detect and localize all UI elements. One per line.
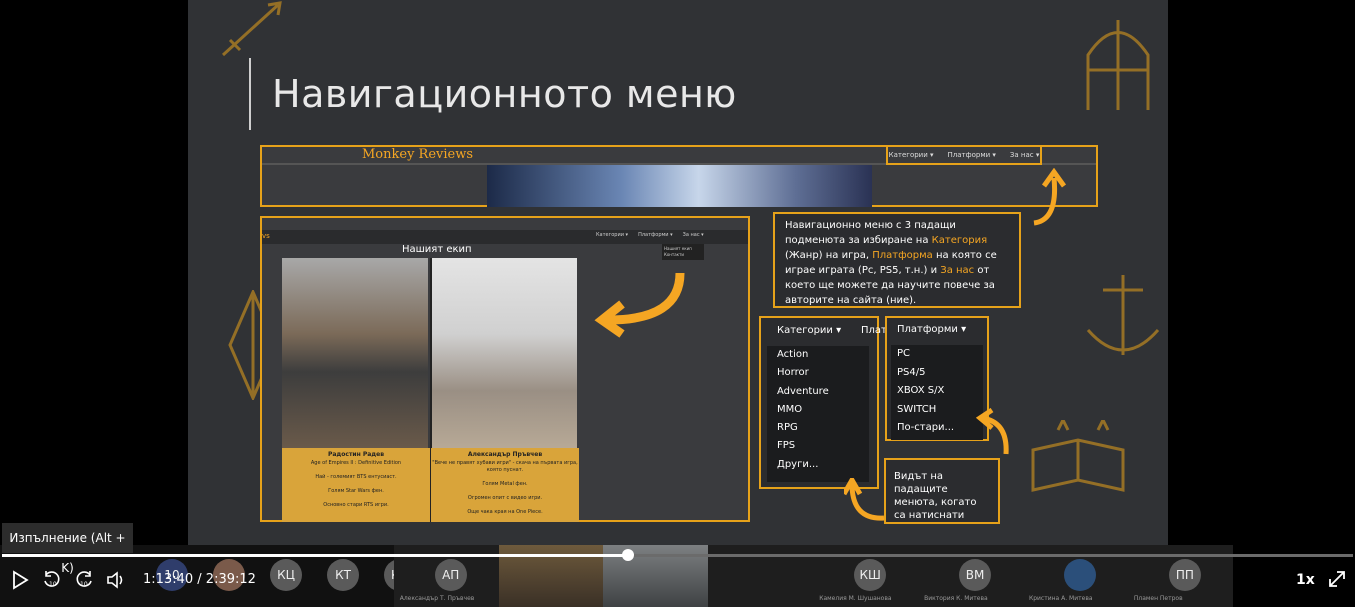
- participant-name: Пламен Петров: [1133, 595, 1183, 602]
- description-highlight: Категория: [931, 235, 988, 246]
- fullscreen-icon[interactable]: [1328, 570, 1346, 588]
- header-menu-highlight: Категории ▾ Платформи ▾ За нас ▾: [886, 145, 1042, 165]
- categories-list: Action Horror Adventure MMO RPG FPS Друг…: [767, 346, 869, 482]
- category-item: Horror: [777, 367, 809, 379]
- anchor-icon: [1086, 275, 1160, 355]
- team-navbar: vs Категории ▾ Платформи ▾ За нас ▾: [262, 230, 748, 244]
- arrow-curve-icon: [844, 478, 885, 521]
- participant-avatar: КШ: [854, 559, 887, 591]
- current-time: 1:13:40: [143, 572, 194, 587]
- playback-speed-button[interactable]: 1x: [1296, 572, 1315, 588]
- progress-fill: [2, 554, 628, 557]
- platforms-dropdown-preview: Платформи ▾ PC PS4/5 XBOX S/X SWITCH По-…: [885, 316, 989, 441]
- header-banner-image: [487, 165, 872, 207]
- platform-item: PS4/5: [897, 366, 926, 378]
- category-item: RPG: [777, 422, 798, 434]
- member-card: Александър Пръвчев "Вече не правят хубав…: [431, 448, 579, 522]
- slide-title: Навигационното меню: [272, 72, 737, 116]
- platform-item: SWITCH: [897, 403, 937, 415]
- title-accent-bar: [249, 58, 251, 130]
- member-card: Радостин Радев Age of Empires II : Defin…: [282, 448, 430, 522]
- platforms-head-cut: Плат: [861, 325, 887, 336]
- arrow-curve-icon: [976, 408, 1009, 455]
- team-nav-categories: Категории ▾: [596, 232, 629, 238]
- participant-avatar: ПП: [1168, 559, 1201, 591]
- participant-name: Камелия М. Шушанова: [819, 595, 892, 602]
- category-item: Други...: [777, 458, 819, 470]
- navigation-description: Навигационно меню с 3 падащи подменюта з…: [773, 212, 1021, 308]
- team-about-dropdown: Нашият екип Контакти: [662, 244, 704, 260]
- participant-avatar: ВМ: [959, 559, 992, 591]
- description-highlight: Платформа: [872, 250, 933, 261]
- participant-name: Александър Т. Пръвчев: [399, 595, 475, 602]
- book-icon: [1031, 420, 1125, 492]
- description-highlight: За нас: [940, 265, 975, 276]
- site-header-preview: Monkey Reviews Категории ▾ Платформи ▾ З…: [260, 145, 1098, 207]
- time-separator: /: [197, 572, 202, 587]
- member-bio: Age of Empires II : Definitive Edition Н…: [310, 460, 402, 508]
- description-text: Навигационно меню с 3 падащи подменюта з…: [785, 220, 956, 246]
- description-text: (Жанр) на игра,: [785, 250, 873, 261]
- category-item: FPS: [777, 440, 796, 452]
- participant-avatar: [1063, 559, 1096, 591]
- sword-icon: [221, 1, 282, 57]
- platform-item: PC: [897, 348, 911, 359]
- forward-10-icon[interactable]: 10: [74, 570, 94, 590]
- participant-avatar: АП: [434, 559, 467, 591]
- platform-item: XBOX S/X: [897, 385, 945, 396]
- member-name: Александър Пръвчев: [467, 451, 543, 458]
- platforms-head: Платформи ▾: [897, 324, 967, 335]
- rewind-10-icon[interactable]: 10: [42, 570, 62, 590]
- dropdown-item: Контакти: [664, 252, 685, 257]
- arrow-up-icon: [1033, 168, 1067, 226]
- platform-item: По-стари...: [897, 422, 955, 433]
- total-time: 2:39:12: [205, 572, 256, 587]
- team-heading: Нашият екип: [402, 244, 472, 255]
- member-name: Радостин Радев: [327, 451, 385, 458]
- team-nav-about: За нас ▾: [682, 232, 704, 238]
- progress-handle[interactable]: [621, 549, 634, 561]
- helmet-icon: [1086, 20, 1150, 110]
- categories-dropdown-preview: Категории ▾ Плат Action Horror Adventure…: [759, 316, 887, 489]
- slide: Навигационното меню Monkey Reviews Катег…: [188, 0, 1168, 545]
- member-photo: [431, 258, 577, 448]
- menu-about: За нас ▾: [1009, 151, 1040, 159]
- team-logo-fragment: vs: [262, 232, 270, 240]
- participant-name: Виктория К. Митева: [924, 595, 988, 602]
- team-page-preview: vs Категории ▾ Платформи ▾ За нас ▾ Наши…: [260, 216, 750, 522]
- play-tooltip: Изпълнение (Alt + K): [2, 523, 133, 575]
- arrow-left-icon: [594, 272, 685, 338]
- category-item: MMO: [777, 403, 803, 415]
- dropdown-note: Видът на падащите менюта, когато са нати…: [884, 458, 1000, 524]
- platforms-list: PC PS4/5 XBOX S/X SWITCH По-стари...: [891, 345, 983, 440]
- svg-text:10: 10: [80, 581, 88, 588]
- member-photo: [282, 258, 428, 448]
- volume-icon[interactable]: [106, 570, 126, 590]
- member-bio: "Вече не правят хубави игри" - скача на …: [432, 460, 578, 515]
- category-item: Action: [777, 349, 809, 360]
- participant-name: Кристина А. Митева: [1028, 595, 1093, 602]
- time-display: 1:13:40 / 2:39:12: [143, 572, 256, 587]
- svg-text:10: 10: [49, 581, 57, 588]
- menu-platforms: Платформи ▾: [947, 151, 996, 159]
- site-logo: Monkey Reviews: [362, 147, 474, 162]
- menu-categories: Категории ▾: [888, 151, 934, 159]
- play-icon[interactable]: [11, 570, 29, 590]
- categories-head: Категории ▾: [777, 325, 842, 336]
- team-nav-platforms: Платформи ▾: [638, 232, 673, 238]
- category-item: Adventure: [777, 385, 829, 397]
- participant-avatar[interactable]: КТ: [327, 559, 359, 591]
- participant-avatar[interactable]: КЦ: [270, 559, 302, 591]
